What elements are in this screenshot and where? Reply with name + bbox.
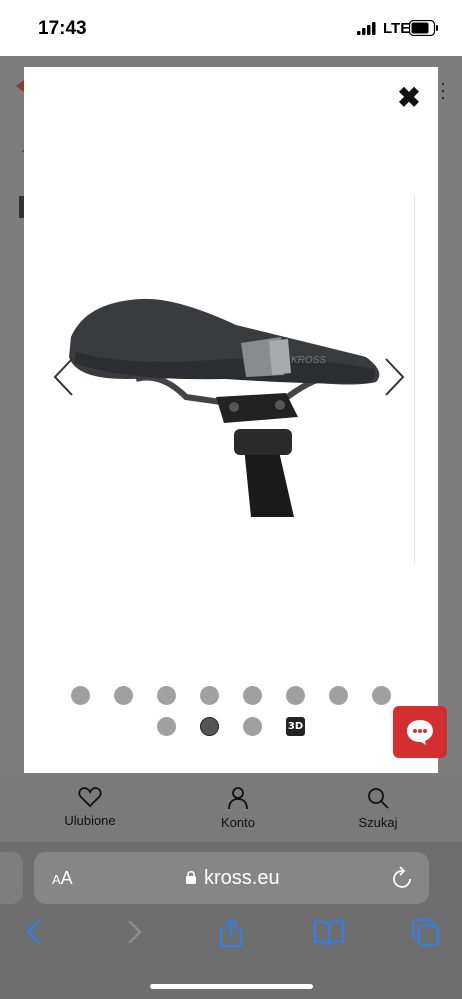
search-icon — [368, 788, 389, 809]
aa-small: A — [52, 872, 61, 887]
chat-bubble-icon — [407, 720, 433, 745]
heart-icon — [78, 787, 102, 808]
nav-account-label: Konto — [221, 815, 255, 830]
tabs-icon[interactable] — [411, 918, 441, 948]
url-text: kross.eu — [204, 867, 280, 889]
gallery-dot-6[interactable] — [286, 686, 305, 705]
aa-large: A — [60, 868, 73, 888]
gallery-dot-4[interactable] — [200, 686, 219, 705]
signal-icon — [357, 22, 376, 35]
forward-icon[interactable] — [124, 918, 144, 946]
background-menu-icon: · · · — [440, 73, 446, 107]
share-icon[interactable] — [218, 918, 244, 948]
gallery-dot-7[interactable] — [329, 686, 348, 705]
previous-image-button[interactable] — [52, 357, 76, 397]
image-divider — [414, 194, 415, 564]
nav-account[interactable]: Konto — [208, 786, 268, 830]
close-button[interactable]: ✖ — [396, 84, 422, 112]
gallery-dot-8[interactable] — [372, 686, 391, 705]
reload-icon[interactable] — [392, 866, 414, 890]
reader-aa-button[interactable]: AA — [52, 868, 73, 889]
back-icon[interactable] — [24, 918, 44, 946]
nav-favorites-label: Ulubione — [64, 813, 116, 828]
saddle-brand-text: KROSS — [291, 355, 326, 366]
nav-favorites[interactable]: Ulubione — [58, 786, 122, 828]
home-indicator — [150, 984, 313, 989]
browser-chrome: AA kross.eu — [0, 842, 462, 999]
lock-icon — [186, 870, 196, 884]
saddle-product-image: KROSS — [69, 298, 380, 517]
previous-tab-preview[interactable] — [0, 852, 23, 904]
gallery-dot-3[interactable] — [157, 686, 176, 705]
gallery-dot-9[interactable] — [157, 717, 176, 736]
bookmarks-icon[interactable] — [313, 918, 345, 946]
network-label: LTE — [383, 20, 411, 37]
gallery-dot-2[interactable] — [114, 686, 133, 705]
image-gallery-modal: ✖ KROSS 3D — [24, 67, 438, 773]
gallery-dot-active[interactable] — [200, 717, 219, 736]
gallery-dots-row-1 — [24, 686, 438, 705]
next-image-button[interactable] — [382, 357, 406, 397]
view-3d-icon[interactable]: 3D — [286, 717, 305, 736]
status-time: 17:43 — [38, 18, 87, 39]
gallery-dots-row-2: 3D — [24, 717, 438, 736]
background-back-arrow-icon — [16, 80, 24, 92]
status-bar: 17:43 LTE — [0, 0, 462, 56]
chat-button[interactable] — [393, 706, 447, 758]
address-bar[interactable]: AA kross.eu — [34, 852, 429, 904]
gallery-dot-5[interactable] — [243, 686, 262, 705]
battery-icon — [409, 20, 438, 36]
nav-search[interactable]: Szukaj — [348, 786, 408, 830]
user-icon — [228, 787, 248, 810]
gallery-dot-11[interactable] — [243, 717, 262, 736]
page-bottom-nav: Ulubione Konto Szukaj — [0, 776, 462, 842]
gallery-dot-1[interactable] — [71, 686, 90, 705]
nav-search-label: Szukaj — [358, 815, 398, 830]
